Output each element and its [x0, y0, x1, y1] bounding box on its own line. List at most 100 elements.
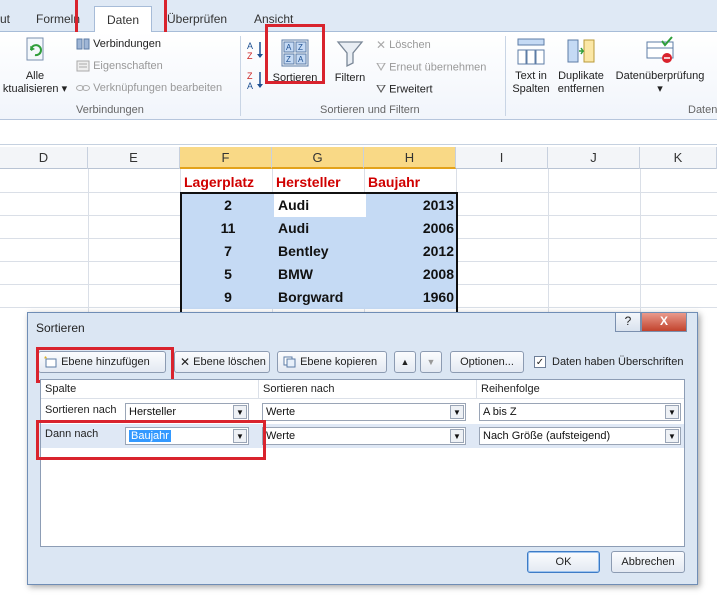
- copy-level-button[interactable]: Ebene kopieren: [277, 351, 387, 373]
- move-up-button[interactable]: ▲: [394, 351, 416, 373]
- cell-baujahr[interactable]: 2008: [366, 263, 456, 286]
- cancel-button[interactable]: Abbrechen: [611, 551, 685, 573]
- data-validation-icon: [646, 36, 674, 63]
- list-header-divider: [41, 398, 684, 399]
- chevron-down-icon: ▼: [450, 429, 464, 443]
- edit-links-label: Verknüpfungen bearbeiten: [93, 82, 223, 94]
- advanced-filter-label: Erweitert: [389, 83, 433, 96]
- column-header-e[interactable]: E: [88, 147, 180, 169]
- filter-button[interactable]: Filtern: [330, 38, 370, 84]
- column-header-i[interactable]: I: [456, 147, 548, 169]
- properties-button[interactable]: Eigenschaften: [76, 60, 163, 72]
- move-down-button[interactable]: ▼: [420, 351, 442, 373]
- formula-bar[interactable]: [0, 120, 717, 145]
- edit-links-button[interactable]: Verknüpfungen bearbeiten: [76, 82, 222, 94]
- sort-az-icon[interactable]: A Z: [247, 40, 265, 60]
- column-header-k[interactable]: K: [640, 147, 717, 169]
- cell-baujahr[interactable]: 2012: [366, 240, 456, 263]
- advanced-filter-icon: ⛛: [376, 82, 387, 96]
- data-validation-button[interactable]: Datenüberprüfung ▾: [610, 36, 710, 96]
- chevron-down-icon: ▼: [233, 405, 247, 419]
- group-label-verbindungen: Verbindungen: [76, 104, 144, 116]
- arrow-down-icon: ▼: [426, 357, 436, 367]
- remove-duplicates-label-1: Duplikate: [558, 70, 604, 82]
- ribbon-separator: [505, 36, 506, 116]
- column-header-d[interactable]: D: [0, 147, 88, 169]
- connections-button[interactable]: Verbindungen: [76, 38, 161, 50]
- options-button[interactable]: Optionen...: [450, 351, 524, 373]
- cell-lagerplatz[interactable]: 5: [182, 263, 274, 286]
- group-label-sortieren-filtern: Sortieren und Filtern: [320, 104, 420, 116]
- group-label-daten: Daten: [688, 104, 717, 116]
- advanced-filter-button[interactable]: ⛛ Erweitert: [376, 82, 433, 97]
- sort-on-select[interactable]: Werte ▼: [262, 403, 466, 421]
- column-header-j[interactable]: J: [548, 147, 640, 169]
- add-level-highlight: [36, 347, 174, 383]
- text-to-columns-label-2: Spalten: [512, 83, 550, 95]
- cell-lagerplatz[interactable]: 7: [182, 240, 274, 263]
- text-to-columns-button[interactable]: Text in Spalten: [508, 36, 554, 96]
- refresh-icon: [26, 37, 44, 61]
- delete-level-button[interactable]: ✕ Ebene löschen: [174, 351, 270, 373]
- delete-icon: ✕: [180, 355, 191, 370]
- sort-on-select-value: Werte: [266, 406, 296, 418]
- tab-formeln[interactable]: Formeln: [36, 12, 80, 26]
- cell-lagerplatz[interactable]: 9: [182, 286, 274, 309]
- order-select-value: Nach Größe (aufsteigend): [483, 430, 611, 442]
- level-2-highlight: [36, 420, 266, 460]
- level-label: Sortieren nach: [45, 404, 117, 416]
- help-button[interactable]: ?: [615, 313, 641, 332]
- svg-text:A: A: [247, 41, 253, 51]
- close-icon: X: [659, 314, 668, 328]
- svg-text:Z: Z: [247, 51, 253, 60]
- cell-hersteller[interactable]: Audi: [274, 217, 366, 240]
- delete-level-label: Ebene löschen: [193, 356, 266, 368]
- svg-text:A: A: [247, 81, 253, 90]
- clear-filter-icon: ✕: [376, 38, 387, 52]
- header-hersteller[interactable]: Hersteller: [276, 174, 341, 190]
- sort-za-icon[interactable]: Z A: [247, 70, 265, 90]
- sort-on-select[interactable]: Werte ▼: [262, 427, 466, 445]
- cell-baujahr[interactable]: 1960: [366, 286, 456, 309]
- remove-duplicates-button[interactable]: Duplikate entfernen: [554, 36, 608, 96]
- tab-layout[interactable]: ut: [0, 12, 10, 26]
- cell-hersteller[interactable]: Borgward: [274, 286, 366, 309]
- column-select-value: Hersteller: [129, 406, 177, 418]
- cell-lagerplatz[interactable]: 11: [182, 217, 274, 240]
- cell-lagerplatz[interactable]: 2: [182, 194, 274, 217]
- ok-label: OK: [555, 556, 572, 568]
- cell-hersteller[interactable]: Bentley: [274, 240, 366, 263]
- ok-button[interactable]: OK: [527, 551, 600, 573]
- order-select[interactable]: A bis Z ▼: [479, 403, 681, 421]
- cell-hersteller[interactable]: BMW: [274, 263, 366, 286]
- svg-text:Z: Z: [247, 71, 253, 81]
- refresh-all-button[interactable]: Alle ktualisieren ▾: [0, 36, 70, 96]
- has-headers-checkbox[interactable]: ✓: [534, 356, 546, 368]
- column-header-g[interactable]: G: [272, 147, 364, 169]
- refresh-all-label-1: Alle: [25, 70, 45, 82]
- chevron-down-icon: ▼: [450, 405, 464, 419]
- header-baujahr[interactable]: Baujahr: [368, 174, 420, 190]
- ribbon-separator: [240, 36, 241, 116]
- header-lagerplatz[interactable]: Lagerplatz: [184, 174, 254, 190]
- copy-icon: [283, 356, 296, 368]
- clear-filter-button[interactable]: ✕ Löschen: [376, 38, 431, 52]
- tab-ueberpruefen[interactable]: Überprüfen: [167, 12, 227, 26]
- list-header-column: Spalte: [41, 380, 259, 398]
- reapply-button[interactable]: ⛛ Erneut übernehmen: [376, 60, 486, 75]
- cell-baujahr[interactable]: 2006: [366, 217, 456, 240]
- ribbon: Alle ktualisieren ▾ Verbindungen Eigensc…: [0, 24, 717, 120]
- list-item[interactable]: Sortieren nach Hersteller ▼ Werte ▼ A bi…: [41, 400, 684, 422]
- properties-label: Eigenschaften: [93, 60, 163, 72]
- cancel-label: Abbrechen: [621, 556, 675, 568]
- close-button[interactable]: X: [641, 313, 687, 332]
- text-to-columns-icon: [517, 38, 545, 65]
- column-header-f[interactable]: F: [180, 147, 272, 169]
- cell-baujahr[interactable]: 2013: [366, 194, 456, 217]
- order-select[interactable]: Nach Größe (aufsteigend) ▼: [479, 427, 681, 445]
- cell-hersteller[interactable]: Audi: [274, 194, 366, 217]
- sort-level-list: Spalte Sortieren nach Reihenfolge Sortie…: [40, 379, 685, 547]
- column-header-h[interactable]: H: [364, 147, 456, 169]
- column-select[interactable]: Hersteller ▼: [125, 403, 249, 421]
- reapply-label: Erneut übernehmen: [389, 61, 487, 74]
